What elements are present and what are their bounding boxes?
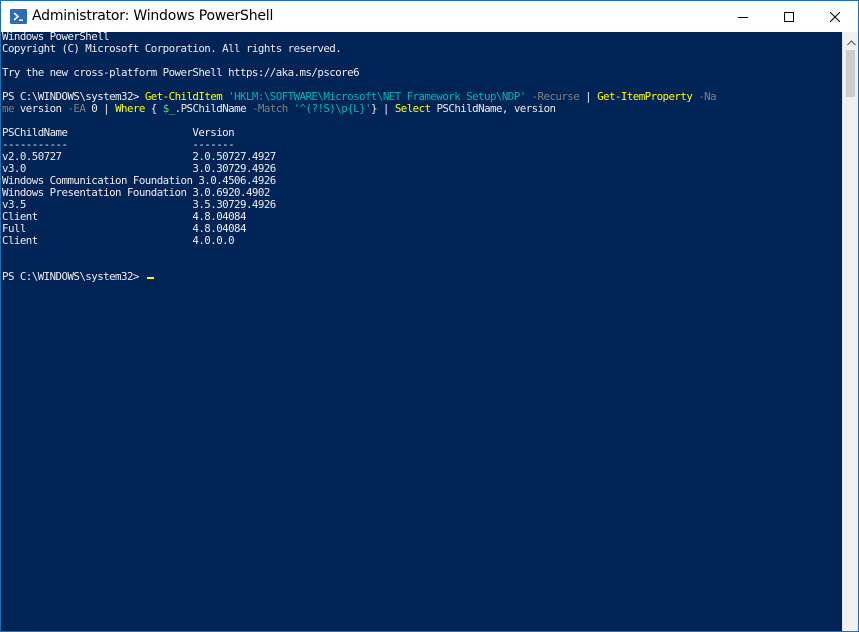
console-text: Where — [115, 102, 145, 115]
minimize-icon — [738, 7, 748, 26]
console-output: Windows PowerShell Copyright (C) Microsof… — [2, 31, 717, 283]
title-bar[interactable]: Administrator: Windows PowerShell — [1, 1, 858, 32]
console-text: $_ — [162, 102, 175, 115]
scrollbar-thumb[interactable] — [846, 50, 855, 97]
chevron-up-icon — [846, 31, 856, 50]
console-text: | — [579, 90, 598, 103]
console-text: version — [13, 102, 68, 115]
console-text: Try the new cross-platform PowerShell ht… — [2, 66, 360, 79]
console-text: .PSChildName — [174, 102, 252, 115]
maximize-button[interactable] — [766, 1, 812, 32]
console-line: Copyright (C) Microsoft Corporation. All… — [2, 43, 716, 55]
scroll-up-button[interactable] — [843, 31, 858, 50]
powershell-icon — [10, 8, 27, 25]
powershell-window: Administrator: Windows PowerShell Window… — [0, 0, 859, 632]
console-text: '^(?!S)\p{L}' — [293, 102, 372, 115]
console-text: PS C:\WINDOWS\system32> — [2, 270, 145, 283]
console-text: { — [144, 102, 163, 115]
console-text: Copyright (C) Microsoft Corporation. All… — [2, 42, 342, 55]
console-area[interactable]: Windows PowerShell Copyright (C) Microsof… — [1, 31, 842, 631]
console-text: Get-ItemProperty — [597, 90, 693, 103]
window-title: Administrator: Windows PowerShell — [32, 8, 274, 24]
console-line: PS C:\WINDOWS\system32> — [2, 271, 716, 283]
console-text: -EA — [67, 102, 86, 115]
vertical-scrollbar[interactable] — [842, 32, 858, 631]
console-text: -Na — [698, 90, 717, 103]
console-text: -Match — [251, 102, 288, 115]
console-text: PSChildName, version — [430, 102, 556, 115]
text-cursor — [146, 277, 154, 279]
console-text: } | — [371, 102, 395, 115]
console-line: Try the new cross-platform PowerShell ht… — [2, 67, 716, 79]
console-text: Client 4.0.0.0 — [2, 234, 235, 247]
close-icon — [829, 7, 841, 26]
minimize-button[interactable] — [720, 1, 766, 32]
maximize-icon — [784, 7, 794, 26]
console-text: 0 | — [85, 102, 116, 115]
close-button[interactable] — [812, 1, 858, 32]
console-text: Select — [394, 102, 431, 115]
console-line: me version -EA 0 | Where { $_.PSChildNam… — [2, 103, 716, 115]
console-line: Client 4.0.0.0 — [2, 235, 716, 247]
